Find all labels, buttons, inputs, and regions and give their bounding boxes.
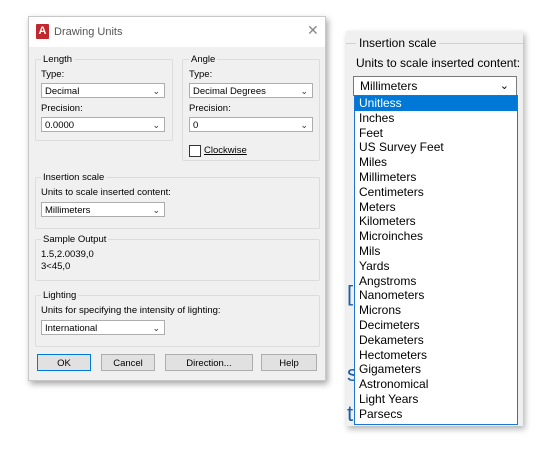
- dropdown-option[interactable]: Gigameters: [355, 362, 517, 377]
- length-type-select[interactable]: Decimal ⌄: [41, 83, 165, 98]
- insertion-scale-prompt: Units to scale inserted content:: [356, 56, 521, 70]
- insertion-scale-zoom-panel: Insertion scale Units to scale inserted …: [346, 31, 523, 426]
- length-group-label: Length: [41, 54, 75, 65]
- sample-output-line2: 3<45,0: [41, 261, 71, 272]
- insertion-scale-group-label: Insertion scale: [356, 36, 440, 50]
- chevron-down-icon: ⌄: [152, 120, 160, 130]
- autocad-logo-icon: A: [36, 24, 49, 39]
- dropdown-option[interactable]: Dekameters: [355, 333, 517, 348]
- lighting-prompt: Units for specifying the intensity of li…: [41, 305, 221, 316]
- dropdown-option[interactable]: Nanometers: [355, 288, 517, 303]
- dropdown-option[interactable]: Centimeters: [355, 185, 517, 200]
- insertion-scale-prompt: Units to scale inserted content:: [41, 187, 171, 198]
- chevron-down-icon: ⌄: [499, 80, 509, 92]
- lighting-label: Lighting: [41, 290, 79, 301]
- drawing-units-dialog: A Drawing Units ✕ Length Type: Decimal ⌄…: [28, 16, 326, 381]
- length-precision-label: Precision:: [41, 103, 83, 114]
- angle-type-select[interactable]: Decimal Degrees ⌄: [189, 83, 313, 98]
- cancel-button[interactable]: Cancel: [101, 354, 155, 371]
- dropdown-option[interactable]: Parsecs: [355, 407, 517, 422]
- length-type-label: Type:: [41, 69, 65, 80]
- length-precision-select[interactable]: 0.0000 ⌄: [41, 117, 165, 132]
- chevron-down-icon: ⌄: [152, 205, 160, 215]
- length-precision-value: 0.0000: [45, 120, 75, 131]
- insertion-scale-value: Millimeters: [45, 205, 91, 216]
- chevron-down-icon: ⌄: [300, 86, 308, 96]
- angle-group-label: Angle: [189, 54, 218, 65]
- chevron-down-icon: ⌄: [152, 86, 160, 96]
- insertion-scale-select[interactable]: Millimeters ⌄: [41, 202, 165, 217]
- close-icon[interactable]: ✕: [307, 22, 319, 39]
- dropdown-option[interactable]: Light Years: [355, 392, 517, 407]
- dropdown-option[interactable]: Angstroms: [355, 274, 517, 289]
- lighting-select[interactable]: International ⌄: [41, 320, 165, 335]
- dropdown-option[interactable]: Meters: [355, 200, 517, 215]
- title-bar: A Drawing Units ✕: [29, 17, 325, 47]
- angle-type-value: Decimal Degrees: [193, 86, 266, 97]
- help-button[interactable]: Help: [261, 354, 317, 371]
- dropdown-option[interactable]: Miles: [355, 155, 517, 170]
- clockwise-label: Clockwise: [204, 145, 247, 156]
- angle-precision-select[interactable]: 0 ⌄: [189, 117, 313, 132]
- insertion-scale-label: Insertion scale: [41, 172, 107, 183]
- length-type-value: Decimal: [45, 86, 80, 97]
- clockwise-checkbox[interactable]: [189, 145, 201, 157]
- dropdown-option[interactable]: Unitless: [355, 96, 517, 111]
- dropdown-option[interactable]: Millimeters: [355, 170, 517, 185]
- dropdown-option[interactable]: Feet: [355, 126, 517, 141]
- dropdown-option[interactable]: Decimeters: [355, 318, 517, 333]
- dropdown-option[interactable]: Astronomical: [355, 377, 517, 392]
- dropdown-option[interactable]: US Survey Feet: [355, 140, 517, 155]
- lighting-value: International: [45, 323, 98, 334]
- dropdown-option[interactable]: Microns: [355, 303, 517, 318]
- units-dropdown-list[interactable]: Unitless Inches Feet US Survey Feet Miles Mil…: [354, 95, 518, 425]
- chevron-down-icon: ⌄: [300, 120, 308, 130]
- dialog-title: Drawing Units: [54, 26, 123, 38]
- ok-button[interactable]: OK: [37, 354, 91, 371]
- dropdown-option[interactable]: Hectometers: [355, 348, 517, 363]
- dropdown-option[interactable]: Mils: [355, 244, 517, 259]
- insertion-scale-value: Millimeters: [360, 79, 418, 93]
- sample-output-group: [35, 239, 320, 281]
- insertion-scale-select[interactable]: Millimeters ⌄: [353, 76, 517, 96]
- dropdown-option[interactable]: Inches: [355, 111, 517, 126]
- angle-precision-value: 0: [193, 120, 199, 131]
- background-fragment: [: [347, 281, 354, 306]
- dropdown-option[interactable]: Microinches: [355, 229, 517, 244]
- angle-type-label: Type:: [189, 69, 213, 80]
- angle-precision-label: Precision:: [189, 103, 231, 114]
- sample-output-label: Sample Output: [41, 234, 109, 245]
- direction-button[interactable]: Direction...: [165, 354, 253, 371]
- background-fragment: t: [347, 401, 354, 426]
- dropdown-option[interactable]: Kilometers: [355, 214, 517, 229]
- dropdown-option[interactable]: Yards: [355, 259, 517, 274]
- chevron-down-icon: ⌄: [152, 323, 160, 333]
- sample-output-line1: 1.5,2.0039,0: [41, 249, 94, 260]
